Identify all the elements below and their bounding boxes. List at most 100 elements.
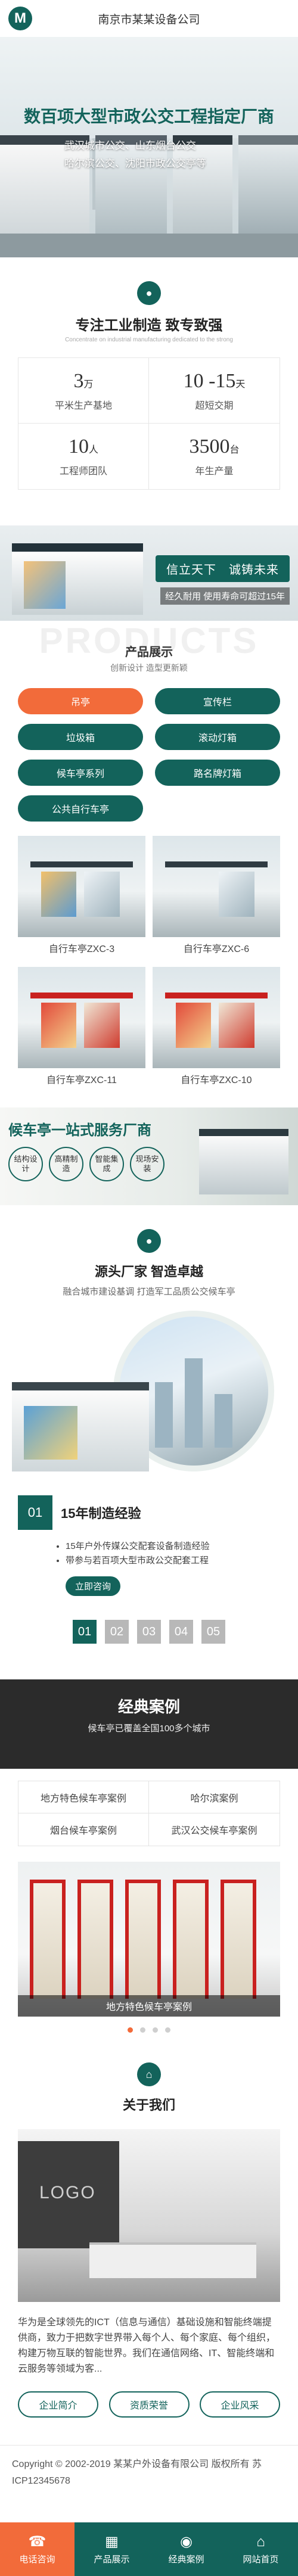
service-title: 候车亭一站式服务厂商 (8, 1122, 151, 1138)
feature-title: 专注工业制造 致专致强 (75, 318, 223, 334)
stat-value: 10人 (68, 435, 98, 458)
category-button[interactable]: 宣传栏 (155, 688, 280, 714)
products-title: 产品展示 (125, 646, 173, 659)
stat-value: 3万 (73, 369, 94, 392)
products-section: PRODUCTS 产品展示 创新设计 造型更新颖 吊亭 宣传栏 垃圾箱 滚动灯箱… (0, 621, 298, 1107)
consult-wrap: 立即咨询 (0, 1576, 298, 1596)
cases-subtitle: 候车亭已覆盖全国100多个城市 (88, 1723, 210, 1734)
slogan-banner: 信立天下 诚铸未来 经久耐用 使用寿命可超过15年 (0, 525, 298, 621)
case-slide-image[interactable]: 地方特色候车亭案例 (18, 1862, 280, 2017)
hero-title: 数百项大型市政公交工程指定厂商 (23, 107, 274, 126)
experience-list: 15年户外传媒公交配套设备制造经验 带参与若百项大型市政公交配套工程 (66, 1539, 298, 1568)
footer: Copyright © 2002-2019 某某户外设备有限公司 版权所有 苏I… (0, 2445, 298, 2522)
category-button[interactable]: 公共自行车亭 (18, 795, 143, 822)
pager-item[interactable]: 02 (105, 1620, 129, 1644)
product-card[interactable]: 自行车亭ZXC-11 (18, 967, 145, 1090)
stat-item: 10人 工程师团队 (18, 424, 149, 489)
product-image[interactable] (18, 836, 145, 937)
category-button[interactable]: 吊亭 (18, 688, 143, 714)
pager-item[interactable]: 05 (201, 1620, 225, 1644)
hero-line: 哈尔滨公交、沈阳市政公交亭等 (64, 158, 206, 169)
about-section: ⌂ 关于我们 LOGO 华为是全球领先的ICT（信息与通信）基础设施和智能终端提… (0, 2033, 298, 2429)
hero-shelter-image (238, 135, 298, 237)
service-shelter-image (199, 1129, 288, 1194)
product-caption[interactable]: 自行车亭ZXC-6 (153, 937, 280, 959)
product-grid: 自行车亭ZXC-3 自行车亭ZXC-6 自行车亭ZXC-11 自行车亭ZXC-1… (18, 836, 280, 1090)
about-button[interactable]: 资质荣誉 (108, 2391, 190, 2418)
consult-button[interactable]: 立即咨询 (66, 1576, 121, 1596)
experience-title: 15年制造经验 (61, 1506, 141, 1521)
stat-label: 平米生产基地 (54, 400, 112, 411)
pager: 01 02 03 04 05 (0, 1620, 298, 1644)
banner-slogan: 信立天下 诚铸未来 (156, 555, 290, 582)
service-tag: 现场安装 (130, 1147, 164, 1181)
service-tag: 智能集成 (89, 1147, 124, 1181)
carousel-dot[interactable] (140, 2027, 145, 2033)
source-subtitle: 融合城市建设基调 打造军工品质公交候车亭 (63, 1287, 235, 1297)
hero-banner: 数百项大型市政公交工程指定厂商 武汉城市公交、山东烟台公交 哈尔滨公交、沈阳市政… (0, 37, 298, 257)
service-banner: 候车亭一站式服务厂商 结构设计 高精制造 智能集成 现场安装 (0, 1107, 298, 1205)
cases-title: 经典案例 (117, 1698, 180, 1716)
stat-value: 10 -15天 (183, 369, 246, 392)
category-button[interactable]: 滚动灯箱 (155, 724, 280, 750)
product-caption[interactable]: 自行车亭ZXC-11 (18, 1068, 145, 1090)
service-tag: 高精制造 (49, 1147, 83, 1181)
source-shelter-image (12, 1382, 149, 1471)
pager-item[interactable]: 04 (169, 1620, 193, 1644)
stat-item: 3万 平米生产基地 (18, 358, 149, 424)
service-tags: 结构设计 高精制造 智能集成 现场安装 (8, 1147, 164, 1181)
experience-number: 01 (18, 1495, 52, 1530)
phone-icon: ☎ (28, 2533, 46, 2550)
cases-header: 经典案例 候车亭已覆盖全国100多个城市 (0, 1679, 298, 1769)
category-button[interactable]: 路名牌灯箱 (155, 760, 280, 786)
stat-label: 年生产量 (195, 466, 234, 477)
about-button[interactable]: 企业风采 (200, 2391, 280, 2418)
product-card[interactable]: 自行车亭ZXC-3 (18, 836, 145, 959)
logo[interactable]: M (8, 7, 32, 30)
nav-phone[interactable]: ☎ 电话咨询 (0, 2522, 74, 2576)
nav-label: 经典案例 (168, 2554, 204, 2565)
page: M 南京市某某设备公司 数百项大型市政公交工程指定厂商 武汉城市公交、山东烟台公… (0, 0, 298, 2576)
header: M 南京市某某设备公司 (0, 0, 298, 37)
category-button[interactable]: 垃圾箱 (18, 724, 143, 750)
product-card[interactable]: 自行车亭ZXC-6 (153, 836, 280, 959)
pager-item[interactable]: 03 (137, 1620, 161, 1644)
section-badge-icon: ● (137, 1229, 161, 1253)
office-image: LOGO (18, 2129, 280, 2302)
list-item: 带参与若百项大型市政公交配套工程 (66, 1554, 298, 1568)
category-button[interactable]: 候车亭系列 (18, 760, 143, 786)
about-buttons: 企业简介 资质荣誉 企业风采 (18, 2391, 280, 2418)
nav-label: 产品展示 (94, 2554, 130, 2565)
stat-label: 超短交期 (195, 400, 234, 411)
grid-icon: ▦ (105, 2533, 119, 2550)
product-image[interactable] (153, 967, 280, 1068)
carousel-dot[interactable] (128, 2027, 133, 2033)
nav-label: 电话咨询 (19, 2554, 55, 2565)
about-button[interactable]: 企业简介 (18, 2391, 98, 2418)
case-caption: 地方特色候车亭案例 (18, 1995, 280, 2017)
product-caption[interactable]: 自行车亭ZXC-3 (18, 937, 145, 959)
product-card[interactable]: 自行车亭ZXC-10 (153, 967, 280, 1090)
carousel-dot[interactable] (153, 2027, 158, 2033)
product-image[interactable] (18, 967, 145, 1068)
nav-products[interactable]: ▦ 产品展示 (74, 2522, 149, 2576)
nav-cases[interactable]: ◉ 经典案例 (149, 2522, 224, 2576)
product-caption[interactable]: 自行车亭ZXC-10 (153, 1068, 280, 1090)
site-title: 南京市某某设备公司 (98, 13, 200, 26)
case-link[interactable]: 武汉公交候车亭案例 (149, 1813, 280, 1846)
source-section: ● 源头厂家 智造卓越 融合城市建设基调 打造军工品质公交候车亭 01 15年制… (0, 1205, 298, 1656)
banner-subtext: 经久耐用 使用寿命可超过15年 (160, 587, 290, 605)
case-link[interactable]: 烟台候车亭案例 (18, 1813, 149, 1846)
product-image[interactable] (153, 836, 280, 937)
nav-home[interactable]: ⌂ 网站首页 (224, 2522, 298, 2576)
office-logo-text: LOGO (39, 2183, 96, 2202)
case-link[interactable]: 地方特色候车亭案例 (18, 1781, 149, 1813)
nav-label: 网站首页 (243, 2554, 279, 2565)
case-link[interactable]: 哈尔滨案例 (149, 1781, 280, 1813)
service-tag: 结构设计 (8, 1147, 43, 1181)
carousel-dot[interactable] (165, 2027, 170, 2033)
home-icon: ⌂ (137, 2062, 161, 2086)
stat-item: 3500台 年生产量 (149, 424, 280, 489)
pager-item[interactable]: 01 (73, 1620, 97, 1644)
list-item: 15年户外传媒公交配套设备制造经验 (66, 1539, 298, 1554)
